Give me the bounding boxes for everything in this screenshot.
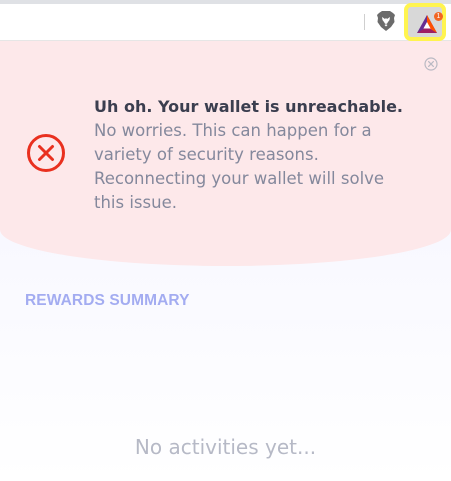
no-activities-message: No activities yet...: [134, 435, 317, 459]
wallet-alert: Uh oh. Your wallet is unreachable. No wo…: [0, 41, 451, 266]
rewards-summary-heading: REWARDS SUMMARY: [25, 292, 190, 309]
alert-body: No worries. This can happen for a variet…: [94, 121, 385, 212]
brave-rewards-button[interactable]: 1: [404, 3, 446, 41]
error-circle-icon: [27, 134, 65, 172]
toolbar-divider: [364, 14, 365, 30]
tab-strip-edge: [0, 0, 451, 4]
brave-shields-button[interactable]: [374, 9, 398, 33]
notification-badge: 1: [434, 12, 443, 21]
close-icon[interactable]: [424, 57, 438, 71]
brave-lion-icon: [377, 11, 395, 31]
alert-title: Uh oh. Your wallet is unreachable.: [94, 97, 403, 116]
rewards-panel: Uh oh. Your wallet is unreachable. No wo…: [0, 41, 451, 481]
alert-message: Uh oh. Your wallet is unreachable. No wo…: [94, 95, 414, 215]
browser-toolbar: 1: [0, 0, 451, 41]
